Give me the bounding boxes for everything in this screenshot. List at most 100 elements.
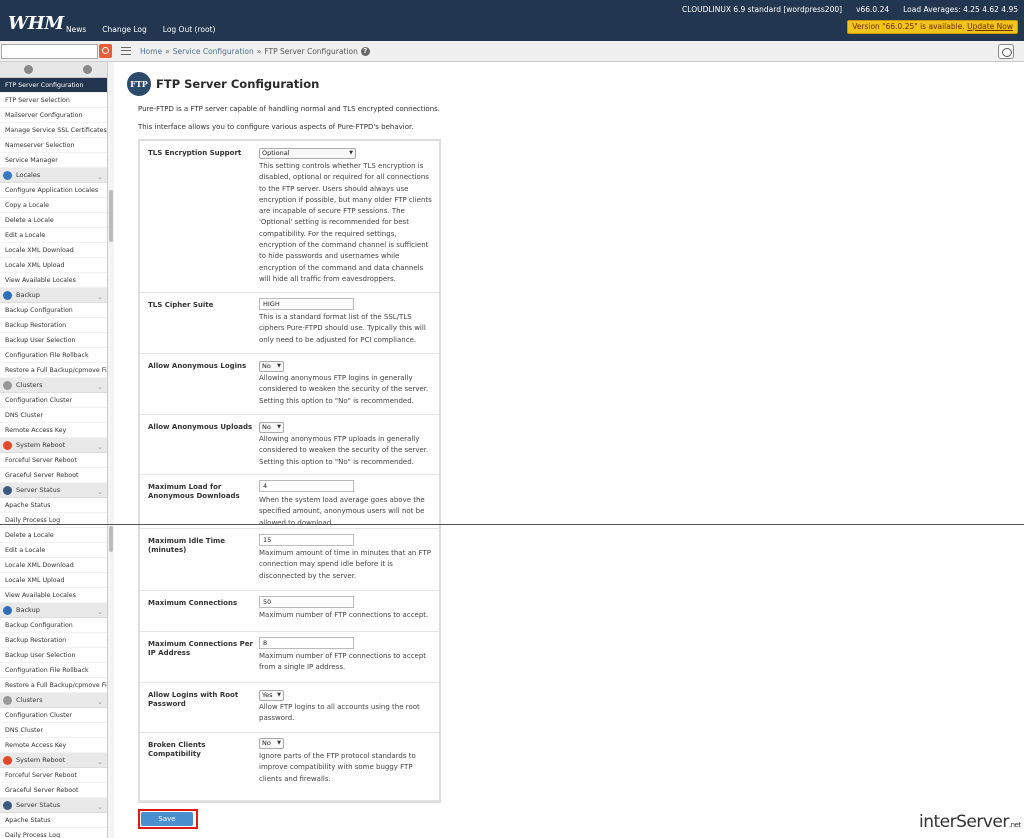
sidebar-item[interactable]: Backup Configuration (0, 618, 107, 633)
sidebar-item[interactable]: Edit a Locale (0, 543, 107, 558)
sidebar-item[interactable]: Daily Process Log (0, 828, 107, 838)
sidebar-item[interactable]: Locale XML Upload (0, 573, 107, 588)
sidebar-item[interactable]: DNS Cluster (0, 408, 107, 423)
sidebar-category-locales[interactable]: Locales ⌄ (0, 168, 107, 185)
update-now-link[interactable]: Update Now (967, 22, 1013, 31)
nav-news[interactable]: News (66, 25, 86, 34)
sidebar-item[interactable]: Mailserver Configuration (0, 108, 107, 123)
sidebar-item[interactable]: Configure Application Locales (0, 183, 107, 198)
top-nav: News Change Log Log Out (root) (66, 25, 215, 34)
sidebar-item[interactable]: Backup Configuration (0, 303, 107, 318)
chevron-down-icon[interactable]: ⌄ (97, 440, 103, 455)
chevron-down-icon[interactable]: ⌄ (97, 755, 103, 770)
sidebar-item[interactable]: Apache Status (0, 813, 107, 828)
allow-anonymous-logins-select[interactable]: No (259, 361, 284, 372)
sidebar-item[interactable]: FTP Server Configuration (0, 78, 107, 93)
maximum-connections-input[interactable]: 50 (259, 596, 354, 608)
allow-anonymous-uploads-select[interactable]: No (259, 422, 284, 433)
sidebar-item[interactable]: Manage Service SSL Certificates (0, 123, 107, 138)
sidebar-item[interactable]: FTP Server Selection (0, 93, 107, 108)
collapse-up-icon[interactable] (24, 65, 33, 74)
sidebar-item[interactable]: Service Manager (0, 153, 107, 168)
sidebar-category-backup[interactable]: Backup ⌄ (0, 603, 107, 620)
sidebar-item[interactable]: Graceful Server Reboot (0, 783, 107, 798)
sidebar-item[interactable]: Locale XML Upload (0, 258, 107, 273)
setting-row-maximum-load-for-anonymous-downloads: Maximum Load for Anonymous Downloads 4 Whe… (140, 475, 439, 529)
sidebar-item[interactable]: Locale XML Download (0, 243, 107, 258)
breadcrumb-separator: » (165, 47, 170, 56)
maximum-idle-time-minutes-input[interactable]: 15 (259, 534, 354, 546)
breadcrumb-bar: Home » Service Configuration » FTP Serve… (0, 41, 1024, 62)
sidebar-item[interactable]: View Available Locales (0, 273, 107, 288)
sidebar-item[interactable]: Locale XML Download (0, 558, 107, 573)
chevron-down-icon[interactable]: ⌄ (97, 485, 103, 500)
sidebar-item[interactable]: Remote Access Key (0, 738, 107, 753)
sidebar-scroll-thumb[interactable] (109, 526, 113, 552)
sidebar-item[interactable]: Graceful Server Reboot (0, 468, 107, 483)
sidebar-category-clusters[interactable]: Clusters ⌄ (0, 693, 107, 710)
expand-down-icon[interactable] (83, 65, 92, 74)
sidebar-category-server-status[interactable]: Server Status ⌄ (0, 798, 107, 815)
sidebar-item[interactable]: Configuration File Rollback (0, 348, 107, 363)
intro-text: Pure-FTPD is a FTP server capable of han… (138, 105, 441, 113)
setting-description: Maximum number of FTP connections to acc… (259, 652, 427, 672)
sidebar: FTP Server Configuration FTP Server Selec… (0, 62, 108, 838)
allow-logins-with-root-password-select[interactable]: Yes (259, 690, 284, 701)
sidebar-item[interactable]: Daily Process Log (0, 513, 107, 528)
sidebar-item[interactable]: Nameserver Selection (0, 138, 107, 153)
sidebar-item[interactable]: Configuration Cluster (0, 708, 107, 723)
nav-change-log[interactable]: Change Log (102, 25, 147, 34)
sidebar-item[interactable]: View Available Locales (0, 588, 107, 603)
maximum-load-for-anonymous-downloads-input[interactable]: 4 (259, 480, 354, 492)
sidebar-item[interactable]: Forceful Server Reboot (0, 453, 107, 468)
tls-cipher-suite-input[interactable]: HIGH (259, 298, 354, 310)
sidebar-item[interactable]: Configuration File Rollback (0, 663, 107, 678)
sidebar-item[interactable]: Copy a Locale (0, 198, 107, 213)
chevron-down-icon[interactable]: ⌄ (97, 290, 103, 305)
sidebar-item[interactable]: Configuration Cluster (0, 393, 107, 408)
sidebar-item[interactable]: Restore a Full Backup/cpmove File (0, 363, 107, 378)
sidebar-item[interactable]: Apache Status (0, 498, 107, 513)
tls-encryption-support-select[interactable]: Optional (259, 148, 356, 159)
breadcrumb-section[interactable]: Service Configuration (173, 47, 254, 56)
sidebar-item[interactable]: Backup User Selection (0, 648, 107, 663)
sidebar-search-input[interactable] (1, 44, 98, 59)
sidebar-scroll-thumb[interactable] (109, 190, 113, 242)
sidebar-item[interactable]: Edit a Locale (0, 228, 107, 243)
sidebar-category-system-reboot[interactable]: System Reboot ⌄ (0, 753, 107, 770)
sidebar-category-backup[interactable]: Backup ⌄ (0, 288, 107, 305)
settings-table: TLS Encryption Support Optional This setti… (138, 139, 441, 803)
chevron-down-icon[interactable]: ⌄ (97, 695, 103, 710)
sidebar-item[interactable]: DNS Cluster (0, 723, 107, 738)
sidebar-category-server-status[interactable]: Server Status ⌄ (0, 483, 107, 500)
sidebar-item[interactable]: Backup Restoration (0, 633, 107, 648)
broken-clients-compatibility-select[interactable]: No (259, 738, 284, 749)
maximum-connections-per-ip-address-input[interactable]: 8 (259, 637, 354, 649)
help-icon[interactable]: ? (360, 47, 370, 56)
setting-label: Maximum Idle Time (minutes) (148, 537, 226, 554)
sidebar-category-system-reboot[interactable]: System Reboot ⌄ (0, 438, 107, 455)
sidebar-item[interactable]: Restore a Full Backup/cpmove File (0, 678, 107, 693)
menu-toggle-icon[interactable] (121, 47, 131, 55)
breadcrumb-home[interactable]: Home (140, 47, 162, 56)
update-banner: Version "66.0.25" is available. Update N… (847, 20, 1018, 34)
chevron-down-icon[interactable]: ⌄ (97, 800, 103, 815)
sidebar-item[interactable]: Backup Restoration (0, 318, 107, 333)
chevron-down-icon[interactable]: ⌄ (97, 380, 103, 395)
sidebar-item[interactable]: Remote Access Key (0, 423, 107, 438)
sidebar-item[interactable]: Delete a Locale (0, 213, 107, 228)
chevron-down-icon[interactable]: ⌄ (97, 170, 103, 185)
sidebar-category-clusters[interactable]: Clusters ⌄ (0, 378, 107, 395)
setting-label: Broken Clients Compatibility (148, 741, 206, 758)
setting-row-maximum-connections: Maximum Connections 50 Maximum number of F… (140, 591, 439, 632)
target-icon[interactable] (998, 44, 1014, 59)
sidebar-item[interactable]: Forceful Server Reboot (0, 768, 107, 783)
search-icon[interactable] (99, 44, 112, 58)
sidebar-item[interactable]: Backup User Selection (0, 333, 107, 348)
nav-logout[interactable]: Log Out (root) (163, 25, 216, 34)
save-button[interactable]: Save (141, 812, 193, 826)
chevron-down-icon[interactable]: ⌄ (97, 605, 103, 620)
sidebar-item[interactable]: Delete a Locale (0, 528, 107, 543)
page-title: FTP Server Configuration (156, 77, 320, 91)
whm-logo[interactable]: WHM (8, 13, 64, 34)
